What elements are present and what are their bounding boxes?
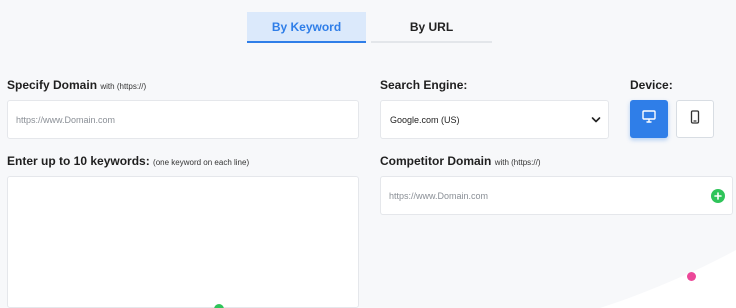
keywords-textarea[interactable] bbox=[8, 177, 358, 307]
domain-label: Specify Domain with (https://) bbox=[7, 78, 146, 92]
search-engine-select[interactable]: Google.com (US) bbox=[380, 100, 609, 139]
device-label: Device: bbox=[630, 78, 673, 92]
competitor-hint: with (https://) bbox=[494, 158, 541, 167]
decorative-green-dot bbox=[214, 304, 224, 308]
tab-by-keyword[interactable]: By Keyword bbox=[247, 12, 366, 43]
keywords-hint: (one keyword on each line) bbox=[153, 158, 250, 167]
domain-field-box bbox=[7, 100, 359, 139]
chevron-down-icon bbox=[591, 111, 601, 129]
add-competitor-button[interactable] bbox=[711, 188, 725, 203]
tab-by-url-label: By URL bbox=[409, 19, 454, 34]
competitor-input[interactable] bbox=[381, 177, 732, 214]
domain-hint: with (https://) bbox=[100, 82, 147, 91]
keywords-label-text: Enter up to 10 keywords: bbox=[7, 154, 150, 168]
search-engine-label: Search Engine: bbox=[380, 78, 468, 92]
mode-tabs: By Keyword By URL bbox=[0, 12, 736, 44]
keywords-label: Enter up to 10 keywords: (one keyword on… bbox=[7, 154, 249, 168]
competitor-label: Competitor Domain with (https://) bbox=[380, 154, 540, 168]
device-desktop-button[interactable] bbox=[630, 100, 668, 138]
keywords-field-box bbox=[7, 176, 359, 308]
decorative-swoosh bbox=[600, 250, 736, 308]
tab-by-keyword-label: By Keyword bbox=[271, 19, 342, 34]
mobile-phone-icon bbox=[690, 109, 700, 129]
device-mobile-button[interactable] bbox=[676, 100, 714, 138]
domain-label-text: Specify Domain bbox=[7, 78, 98, 92]
desktop-monitor-icon bbox=[642, 110, 656, 128]
domain-input[interactable] bbox=[8, 101, 358, 138]
plus-icon bbox=[714, 191, 722, 200]
tab-by-url[interactable]: By URL bbox=[371, 12, 492, 43]
decorative-pink-dot bbox=[687, 272, 696, 281]
competitor-field-box bbox=[380, 176, 733, 215]
competitor-label-text: Competitor Domain bbox=[380, 154, 492, 168]
search-engine-value: Google.com (US) bbox=[390, 114, 460, 125]
